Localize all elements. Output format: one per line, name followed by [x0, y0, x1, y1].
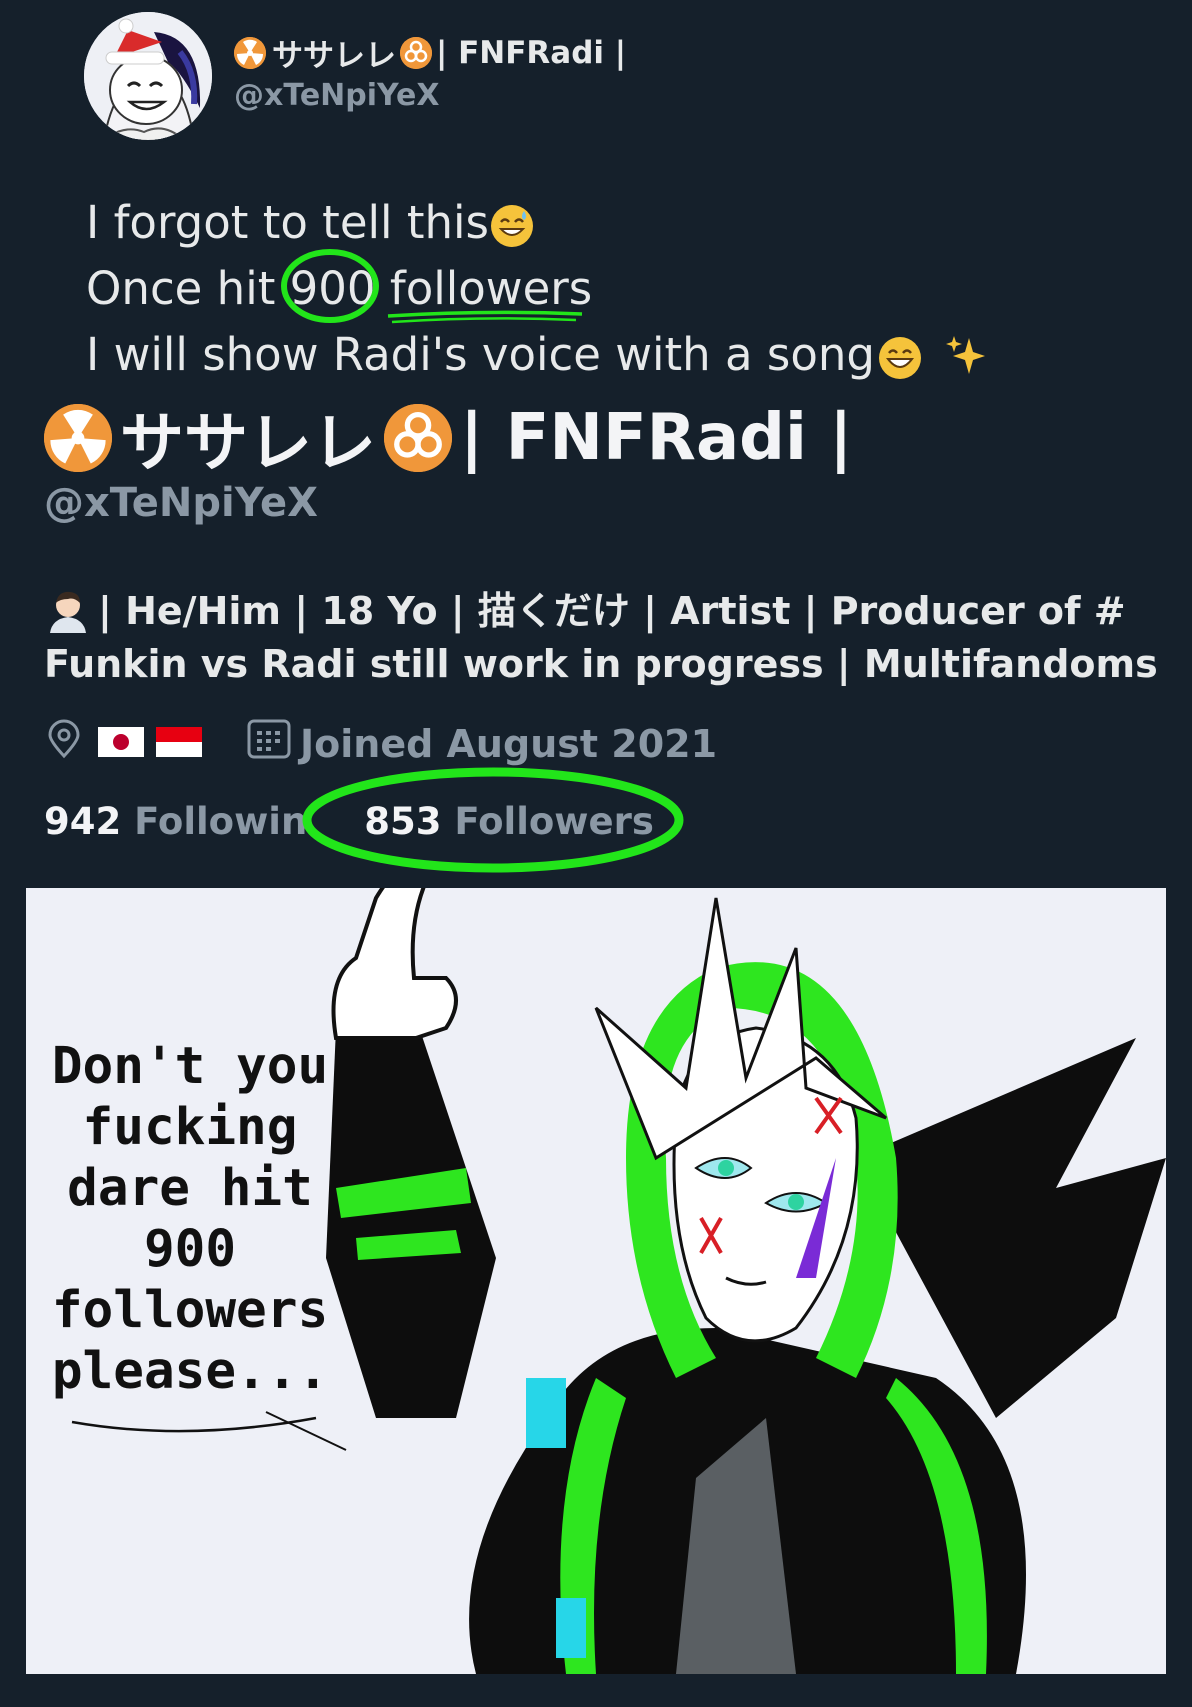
- caption-line: fucking: [82, 1098, 298, 1157]
- indonesia-flag-icon: [156, 722, 202, 766]
- tweet-line-2: Once hit 900 followers: [86, 249, 592, 324]
- green-underline: [387, 310, 582, 324]
- caption-line: Don't you: [51, 1037, 329, 1096]
- tweet-author-suffix: | FNFRadi |: [436, 34, 627, 71]
- caption-line: followers: [51, 1281, 329, 1340]
- following-count: 942: [44, 800, 122, 843]
- speech-caption: Don't you fucking dare hit 900 followers…: [40, 1036, 340, 1402]
- radioactive-icon: [44, 404, 112, 472]
- avatar[interactable]: [84, 12, 212, 140]
- caption-line: dare hit: [67, 1159, 313, 1218]
- location-icon: [44, 719, 84, 768]
- following-link[interactable]: 942 Followin: [44, 800, 307, 843]
- biohazard-icon: [384, 404, 452, 472]
- profile-bio-text-1: | He/Him | 18 Yo | 描くだけ | Artist | Produ…: [98, 589, 1126, 633]
- following-label: Followin: [134, 800, 308, 843]
- highlight-followers-underline: followers: [387, 266, 592, 324]
- profile-bio-line-1: | He/Him | 18 Yo | 描くだけ | Artist | Produ…: [44, 580, 1192, 642]
- sweat-smile-emoji: [490, 205, 533, 247]
- radioactive-icon: [234, 36, 266, 69]
- sparkles-emoji: [945, 334, 987, 383]
- profile-display-name-text: ササレレ: [120, 407, 376, 481]
- avatar-illustration: [84, 12, 212, 140]
- character-illustration: [326, 888, 1166, 1674]
- profile-display-name-suffix: | FNFRadi |: [460, 401, 853, 475]
- profile-handle: @xTeNpiYeX: [44, 480, 318, 526]
- highlight-900: 900: [280, 249, 379, 323]
- tweet-line-1: I forgot to tell this: [86, 200, 533, 247]
- tweet-line-1-text: I forgot to tell this: [86, 196, 489, 249]
- caption-line: please...: [51, 1342, 329, 1401]
- tweet-author-name[interactable]: ササレレ | FNFRadi |: [234, 30, 626, 75]
- green-circle-900: [280, 249, 379, 323]
- tweet-author-name-text: ササレレ: [272, 38, 396, 74]
- person-emoji: [44, 585, 92, 642]
- tweet-line-3-text: I will show Radi's voice with a song: [86, 328, 875, 381]
- japan-flag-icon: [98, 722, 144, 766]
- grin-emoji: [878, 337, 921, 379]
- caption-line: 900: [143, 1220, 237, 1279]
- tweet-line-3: I will show Radi's voice with a song: [86, 332, 987, 383]
- calendar-icon: [246, 718, 292, 769]
- tweet-line-2-pre: Once hit: [86, 262, 276, 315]
- profile-bio-line-2: Funkin vs Radi still work in progress | …: [44, 642, 1158, 686]
- biohazard-icon: [400, 36, 432, 69]
- green-circle-followers: [302, 767, 684, 873]
- joined-date: Joined August 2021: [300, 721, 718, 766]
- profile-display-name: ササレレ | FNFRadi |: [44, 392, 853, 484]
- comic-panel: Don't you fucking dare hit 900 followers…: [26, 888, 1166, 1674]
- tweet-author-handle[interactable]: @xTeNpiYeX: [234, 78, 440, 113]
